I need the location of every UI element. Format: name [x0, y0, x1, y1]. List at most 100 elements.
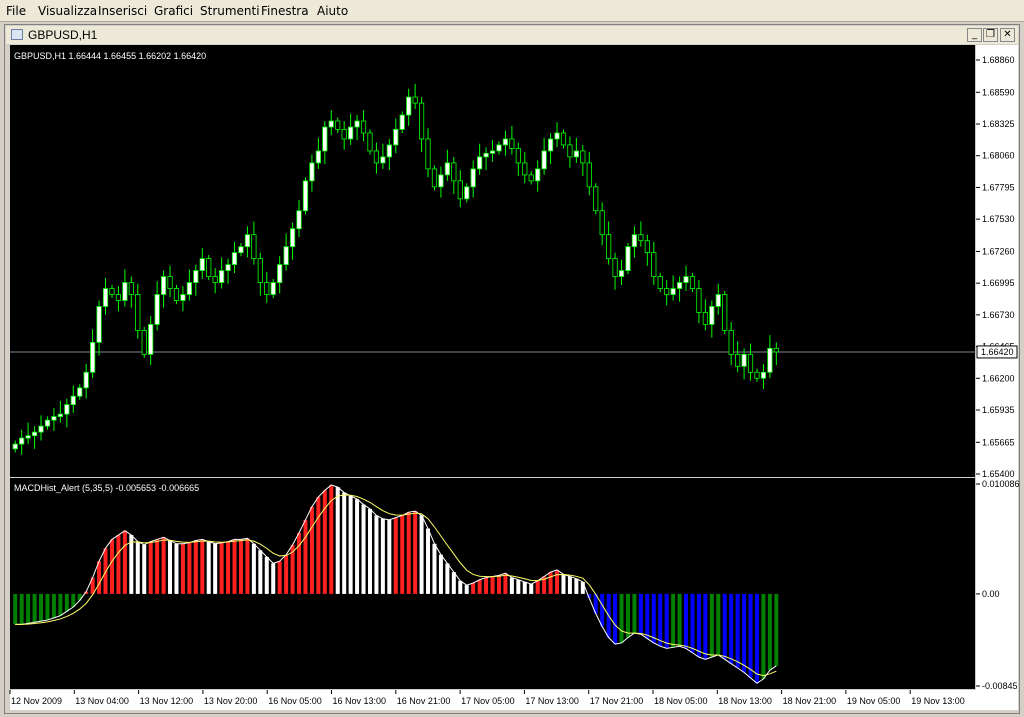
macd-bar [774, 593, 779, 666]
candle-body [773, 347, 779, 353]
candle-body [25, 435, 31, 439]
macd-bar [122, 530, 127, 594]
macd-bar [64, 593, 69, 612]
candle-body [122, 282, 128, 301]
candle-body [367, 132, 373, 152]
price-tick-label: 1.67260 [982, 246, 1015, 256]
candle-body [606, 234, 612, 260]
candle-body [128, 282, 134, 295]
macd-bar [161, 537, 166, 594]
macd-bar [135, 541, 140, 594]
macd-bar [490, 576, 495, 594]
macd-bar [148, 541, 153, 594]
macd-bar [529, 584, 534, 594]
macd-bar [251, 543, 256, 594]
candle-body [212, 276, 218, 283]
price-tick-label: 1.66730 [982, 310, 1015, 320]
candle-body [115, 294, 122, 301]
candle-body [135, 294, 141, 331]
macd-bar [32, 593, 37, 623]
macd-bar [303, 519, 308, 594]
macd-bar [561, 574, 566, 594]
macd-bar [380, 518, 385, 594]
price-tick-label: 1.68325 [982, 119, 1015, 129]
candle-body [535, 168, 541, 182]
time-tick-label: 12 Nov 2009 [11, 696, 62, 706]
macd-bar [619, 593, 624, 643]
macd-bar [297, 532, 302, 594]
time-tick-label: 19 Nov 05:00 [847, 696, 901, 706]
price-tick-label: 1.65400 [982, 469, 1015, 479]
candle-body [431, 168, 438, 188]
candle-body [173, 288, 180, 301]
macd-bar [625, 593, 630, 638]
candle-body [57, 413, 63, 417]
candle-body [651, 252, 657, 277]
macd-bar [406, 512, 411, 594]
candle-body [554, 132, 560, 140]
candle-body [625, 246, 631, 271]
candle-body [354, 120, 360, 128]
candle-body [393, 128, 399, 146]
candle-body [567, 144, 573, 158]
candle [141, 326, 147, 358]
candle-body [225, 264, 231, 271]
macd-bar [716, 593, 721, 655]
candle-body [270, 282, 276, 295]
macd-bar [245, 538, 250, 594]
main-chart-area[interactable] [10, 45, 976, 477]
candle-body [528, 174, 534, 182]
macd-bar [309, 506, 314, 594]
macd-bar [77, 593, 82, 601]
macd-bar [116, 535, 121, 594]
macd-bar [580, 581, 585, 594]
macd-bar [155, 539, 160, 594]
macd-bar [445, 563, 450, 594]
macd-bar [58, 593, 63, 616]
candle-body [715, 294, 721, 307]
macd-bar [696, 593, 701, 658]
time-tick-label: 18 Nov 21:00 [783, 696, 837, 706]
candle-body [502, 138, 509, 146]
candle-body [735, 353, 741, 367]
macd-bar [264, 556, 269, 594]
indicator-tick-label: 0.00 [982, 589, 1000, 599]
candle-body [412, 96, 418, 104]
candle-body [644, 240, 650, 254]
candle-body [199, 258, 205, 271]
candle-body [51, 416, 57, 421]
macd-bar [477, 579, 482, 594]
macd-bar [535, 580, 540, 594]
candle-body [238, 246, 244, 254]
candle-body [219, 270, 225, 283]
price-tick-label: 1.67530 [982, 214, 1015, 224]
macd-bar [258, 550, 263, 594]
macd-bar [748, 593, 753, 678]
time-tick-label: 13 Nov 12:00 [140, 696, 194, 706]
chart-canvas[interactable]: 1.68860 1.68590 1.68325 1.68060 1.67795 1.675… [0, 0, 1024, 717]
candle-body [283, 246, 289, 266]
price-tick-label: 1.66200 [982, 373, 1015, 383]
candle-body [19, 437, 25, 445]
macd-bar [671, 593, 676, 648]
candle-body [277, 264, 283, 283]
macd-bar [238, 539, 243, 594]
candle-body [760, 371, 767, 379]
candle-body [90, 341, 96, 373]
candle-body [373, 150, 380, 164]
time-tick-label: 13 Nov 04:00 [75, 696, 129, 706]
macd-bar [387, 519, 392, 594]
macd-bar [638, 593, 643, 635]
candle-body [141, 330, 147, 355]
candle-body [96, 306, 102, 343]
macd-bar [735, 593, 740, 669]
macd-bar [516, 579, 521, 594]
candle-body [702, 312, 708, 325]
macd-bar [284, 554, 289, 594]
candle-body [406, 96, 412, 116]
candle-body [457, 180, 463, 200]
indicator-tick-label: -0.00845 [982, 681, 1018, 691]
time-tick-label: 13 Nov 20:00 [204, 696, 258, 706]
time-tick-label: 17 Nov 05:00 [461, 696, 515, 706]
macd-bar [316, 496, 321, 594]
